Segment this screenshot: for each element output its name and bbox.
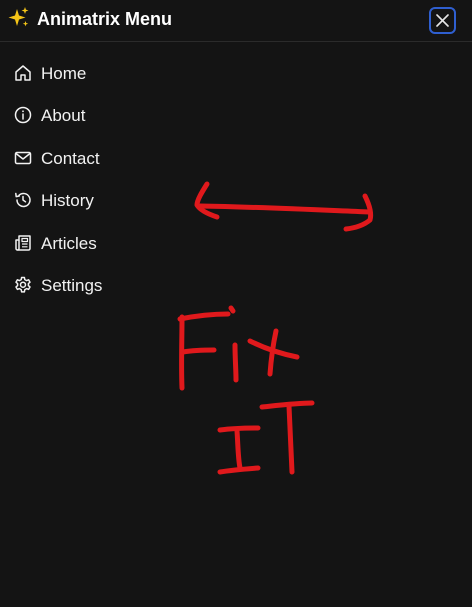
- nav-item-articles[interactable]: Articles: [0, 223, 260, 265]
- sparkles-icon: [6, 6, 30, 30]
- nav-item-label: About: [41, 106, 86, 126]
- info-icon: [14, 106, 32, 124]
- nav-item-label: Settings: [41, 275, 103, 295]
- nav-item-about[interactable]: About: [0, 95, 260, 137]
- nav-menu: Home About Contact History Articles Sett…: [0, 53, 260, 307]
- nav-item-home[interactable]: Home: [0, 53, 260, 95]
- close-button[interactable]: [429, 7, 456, 34]
- menu-header: Animatrix Menu: [0, 0, 472, 42]
- history-icon: [14, 191, 32, 209]
- nav-item-history[interactable]: History: [0, 180, 260, 222]
- mail-icon: [14, 149, 32, 167]
- fix-it-scribble: [177, 305, 315, 475]
- nav-item-contact[interactable]: Contact: [0, 138, 260, 180]
- menu-title: Animatrix Menu: [37, 9, 173, 29]
- nav-item-settings[interactable]: Settings: [0, 265, 260, 307]
- nav-item-label: Contact: [41, 148, 100, 168]
- newspaper-icon: [14, 234, 32, 252]
- nav-item-label: Articles: [41, 233, 97, 253]
- gear-icon: [14, 276, 32, 294]
- nav-item-label: History: [41, 191, 94, 211]
- home-icon: [14, 64, 32, 82]
- nav-item-label: Home: [41, 64, 87, 83]
- close-icon: [436, 14, 449, 27]
